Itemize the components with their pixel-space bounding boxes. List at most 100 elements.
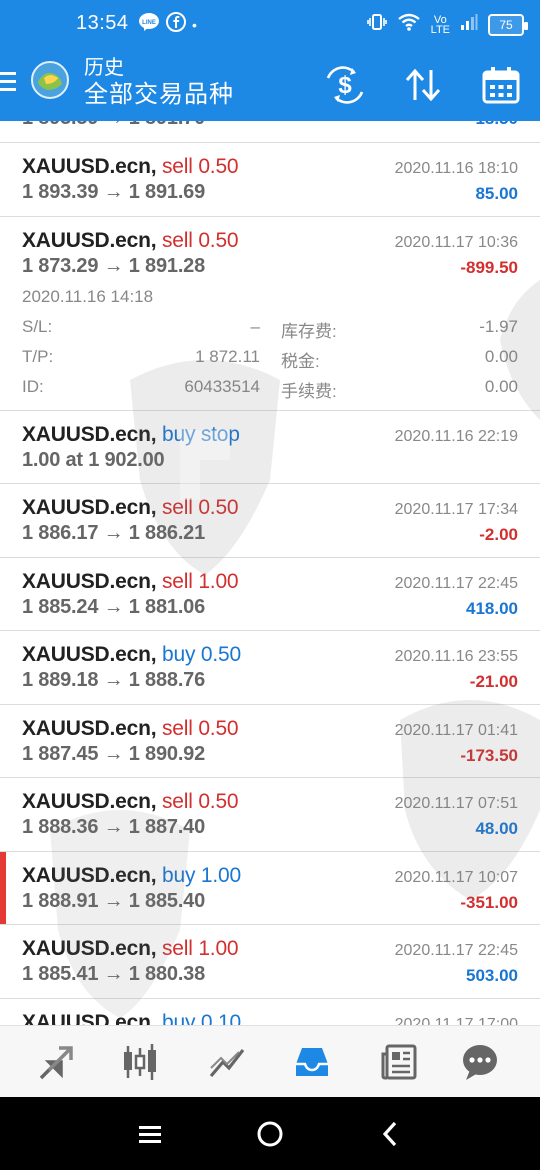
trade-row[interactable]: XAUUSD.ecn, buy 0.50 1 889.18 → 1 888.76… <box>0 631 540 705</box>
trade-prices: 1 893.39 → 1 891.69 <box>22 181 206 203</box>
sort-icon[interactable] <box>402 66 444 104</box>
status-bar: 13:54 LINE • Vo LTE 75 <box>0 0 540 48</box>
trade-prices: 1 888.36 → 1 887.40 <box>22 816 206 838</box>
trade-time: 2020.11.16 18:10 <box>394 160 518 177</box>
trade-prices: 1 885.24 → 1 881.06 <box>22 595 206 618</box>
detail-row: T/P: 1 872.11 税金: 0.00 <box>22 347 518 377</box>
trade-profit: -899.50 <box>460 257 518 277</box>
trade-prices: 1.00 at 1 902.00 <box>22 448 165 471</box>
trade-row[interactable]: XAUUSD.ecn, buy stop 1.00 at 1 902.00 20… <box>0 411 540 484</box>
detail-row: S/L: – 库存费: -1.97 <box>22 317 518 347</box>
history-list[interactable]: 1 893.39 → 1 891.70 18.50 XAUUSD.ecn, se… <box>0 121 540 1025</box>
trade-time: 2020.11.17 17:00 <box>394 1015 518 1026</box>
trade-symbol: XAUUSD.ecn, sell 0.50 <box>22 155 239 178</box>
trade-row[interactable]: XAUUSD.ecn, sell 1.00 1 885.41 → 1 880.3… <box>0 925 540 999</box>
trade-profit: 85.00 <box>475 184 518 203</box>
trade-profit: -351.00 <box>460 892 518 912</box>
id-value: 60433514 <box>184 376 260 396</box>
line-chart-icon[interactable] <box>205 1040 249 1084</box>
trade-arrows-icon[interactable] <box>33 1040 77 1084</box>
trade-row[interactable]: XAUUSD.ecn, sell 1.00 1 885.24 → 1 881.0… <box>0 558 540 631</box>
trade-row[interactable]: 1 893.39 → 1 891.70 18.50 <box>0 121 540 143</box>
sl-value: – <box>250 316 260 336</box>
app-logo <box>30 60 70 100</box>
trade-row-selected[interactable]: XAUUSD.ecn, buy 1.00 1 888.91 → 1 885.40… <box>0 851 540 925</box>
inbox-history-icon[interactable] <box>290 1040 334 1084</box>
trade-row[interactable]: XAUUSD.ecn, sell 0.50 1 887.45 → 1 890.9… <box>0 705 540 778</box>
tp-label: T/P: <box>22 346 54 366</box>
candlestick-chart-icon[interactable] <box>118 1040 162 1084</box>
trade-side: sell 0.50 <box>161 790 239 813</box>
system-nav-bar <box>0 1097 540 1170</box>
trade-symbol: XAUUSD.ecn, buy 0.50 <box>22 643 241 666</box>
battery-icon: 75 <box>488 13 528 36</box>
trade-time: 2020.11.17 17:34 <box>394 501 518 518</box>
trade-time: 2020.11.17 22:45 <box>394 574 518 592</box>
title-block[interactable]: 历史 全部交易品种 <box>84 56 234 110</box>
status-time: 13:54 <box>76 12 129 34</box>
trade-profit: -2.00 <box>479 525 518 544</box>
trade-symbol: XAUUSD.ecn, sell 0.50 <box>22 496 239 519</box>
wifi-icon <box>397 12 421 37</box>
trade-profit: 418.00 <box>466 598 518 618</box>
volte-bottom: LTE <box>430 23 450 36</box>
trade-symbol: XAUUSD.ecn, buy 1.00 <box>22 863 241 887</box>
commission-label: 手续费: <box>281 381 337 401</box>
recent-apps-icon[interactable] <box>133 1117 167 1151</box>
commission-value: 0.00 <box>484 376 518 396</box>
toolbar: 历史 全部交易品种 $ <box>0 48 540 121</box>
trade-side: buy 1.00 <box>161 863 241 887</box>
trade-prices: 1 873.29 → 1 891.28 <box>22 254 206 277</box>
line-icon-text: LINE <box>142 20 156 26</box>
trade-row[interactable]: XAUUSD.ecn, sell 0.50 1 886.17 → 1 886.2… <box>0 484 540 558</box>
facebook-icon <box>166 12 186 37</box>
back-icon[interactable] <box>373 1117 407 1151</box>
vibrate-icon <box>366 12 387 37</box>
notification-icons: LINE • <box>138 12 197 37</box>
trade-row[interactable]: XAUUSD.ecn, sell 0.50 1 893.39 → 1 891.6… <box>0 143 540 217</box>
trade-side: sell 0.50 <box>161 155 239 178</box>
trade-row[interactable]: XAUUSD.ecn, sell 0.50 1 888.36 → 1 887.4… <box>0 778 540 852</box>
trade-profit: -21.00 <box>469 672 518 691</box>
menu-icon[interactable] <box>0 72 18 94</box>
trade-prices: 1 886.17 → 1 886.21 <box>22 522 206 544</box>
trade-prices: 1 888.91 → 1 885.40 <box>22 889 206 912</box>
calendar-icon[interactable] <box>480 66 522 104</box>
news-icon[interactable] <box>377 1040 421 1084</box>
trade-symbol: XAUUSD.ecn, sell 0.50 <box>22 716 239 740</box>
toolbar-title: 全部交易品种 <box>84 81 234 108</box>
trade-side: buy stop <box>161 422 240 446</box>
trade-profit: 503.00 <box>466 966 518 985</box>
trade-symbol: XAUUSD.ecn, sell 0.50 <box>22 790 239 813</box>
swap-label: 库存费: <box>281 321 337 341</box>
trade-side: sell 0.50 <box>161 496 239 519</box>
tax-label: 税金: <box>281 351 320 371</box>
bottom-nav <box>0 1025 540 1097</box>
trade-symbol: XAUUSD.ecn, buy 0.10 <box>22 1011 241 1026</box>
trade-time: 2020.11.16 23:55 <box>394 648 518 665</box>
trade-side: buy 0.50 <box>161 643 241 666</box>
trade-side: sell 0.50 <box>161 228 239 252</box>
trade-prices: 1 885.41 → 1 880.38 <box>22 963 206 985</box>
volte-indicator: Vo LTE <box>430 14 450 36</box>
trade-profit: -173.50 <box>460 745 518 765</box>
trade-time: 2020.11.17 10:07 <box>394 868 518 886</box>
open-time: 2020.11.16 14:18 <box>22 286 154 306</box>
trade-profit: 48.00 <box>475 819 518 838</box>
currency-exchange-icon[interactable]: $ <box>324 66 366 104</box>
swap-value: -1.97 <box>479 316 518 336</box>
line-icon: LINE <box>138 12 160 37</box>
app-header: 13:54 LINE • Vo LTE 75 历史 全部交易品种 $ <box>0 0 540 121</box>
trade-row-expanded[interactable]: XAUUSD.ecn, sell 0.50 1 873.29 → 1 891.2… <box>0 217 540 411</box>
trade-symbol: XAUUSD.ecn, sell 1.00 <box>22 937 239 960</box>
svg-text:$: $ <box>338 72 352 99</box>
trade-side: sell 1.00 <box>161 937 239 960</box>
chat-icon[interactable] <box>458 1040 502 1084</box>
trade-symbol: XAUUSD.ecn, sell 0.50 <box>22 228 239 252</box>
id-label: ID: <box>22 376 44 396</box>
home-icon[interactable] <box>253 1117 287 1151</box>
trade-symbol: XAUUSD.ecn, sell 1.00 <box>22 569 239 593</box>
trade-row[interactable]: XAUUSD.ecn, buy 0.10 2020.11.17 17:00 <box>0 999 540 1026</box>
tax-value: 0.00 <box>484 346 518 366</box>
trade-side: buy 0.10 <box>161 1010 241 1026</box>
